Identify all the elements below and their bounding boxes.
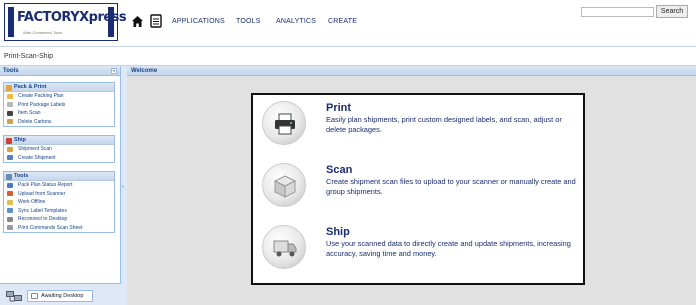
menu-item-label: Sync Label Templates: [18, 207, 67, 214]
logo-tagline: Web-Connected Tools: [23, 30, 63, 35]
logo-text: FACTORYXpress: [17, 10, 127, 25]
collapse-panel-button[interactable]: «: [111, 68, 117, 74]
awaiting-desktop-status[interactable]: Awaiting Desktop: [27, 290, 93, 302]
main-panel-header: Welcome: [127, 66, 696, 76]
box-icon: [273, 175, 297, 198]
group-header-pack-print[interactable]: Pack & Print: [4, 83, 114, 92]
status-label: Awaiting Desktop: [41, 293, 84, 299]
group-header-tools[interactable]: Tools: [4, 172, 114, 181]
network-computers-icon: [6, 291, 22, 302]
menu-item-create-shipment[interactable]: Create Shipment: [4, 154, 114, 163]
collapse-arrow-icon[interactable]: ‹: [122, 184, 124, 190]
nav-create[interactable]: CREATE: [328, 18, 357, 25]
feature-scan: Scan Create shipment scan files to uploa…: [253, 161, 583, 217]
menu-item-label: Delete Cartons: [18, 118, 52, 125]
menu-item-delete-cartons[interactable]: Delete Cartons: [4, 118, 114, 127]
menu-item-label: Print Commands Scan Sheet: [18, 224, 83, 231]
ship-icon: [6, 137, 12, 144]
printer-icon: [275, 113, 295, 135]
nav-analytics[interactable]: ANALYTICS: [276, 18, 316, 25]
menu-item-label: Reconnect to Desktop: [18, 216, 68, 222]
group-title: Ship: [14, 137, 26, 143]
upload-icon: [7, 191, 13, 196]
group-ship: Ship Shipment Scan Create Shipment: [3, 135, 115, 163]
pack-print-icon: [6, 84, 12, 91]
scanner-icon: [7, 110, 13, 116]
menu-item-label: Upload from Scanner: [18, 190, 66, 197]
menu-item-reconnect-to-desktop[interactable]: Reconnect to Desktop: [4, 215, 114, 224]
sync-icon: [7, 208, 13, 213]
feature-ship: Ship Use your scanned data to directly c…: [253, 223, 583, 279]
menu-item-pack-plan-status-report[interactable]: Pack Plan Status Report: [4, 181, 114, 190]
group-tools: Tools Pack Plan Status Report Upload fro…: [3, 171, 115, 233]
menu-item-work-offline[interactable]: Work Offline: [4, 198, 114, 207]
print-feature-icon[interactable]: [262, 101, 306, 145]
tools-panel-header: Tools «: [0, 66, 120, 76]
main-panel-title: Welcome: [131, 68, 158, 74]
top-bar: FACTORYXpress Web-Connected Tools APPLIC…: [0, 0, 696, 46]
menu-item-create-packing-plan[interactable]: Create Packing Plan: [4, 92, 114, 101]
offline-icon: [7, 199, 13, 205]
feature-print: Print Easily plan shipments, print custo…: [253, 99, 583, 155]
menu-item-label: Print Package Labels: [18, 101, 66, 108]
truck-icon: [273, 240, 297, 257]
feature-desc-ship: Use your scanned data to directly create…: [326, 239, 571, 258]
search-input[interactable]: [581, 7, 654, 17]
packing-plan-icon: [7, 93, 13, 99]
menu-item-item-scan[interactable]: Item Scan: [4, 109, 114, 118]
tools-panel: Tools « Pack & Print Create Packing Plan…: [0, 66, 121, 305]
feature-title-ship[interactable]: Ship: [326, 226, 350, 238]
menu-item-label: Create Shipment: [18, 154, 56, 161]
menu-item-sync-label-templates[interactable]: Sync Label Templates: [4, 207, 114, 216]
search-button[interactable]: Search: [656, 5, 688, 18]
printer-icon: [7, 102, 13, 107]
home-icon[interactable]: [131, 15, 144, 28]
feature-title-scan[interactable]: Scan: [326, 164, 352, 176]
menu-item-label: Work Offline: [18, 199, 46, 205]
nav-tools[interactable]: TOOLS: [236, 18, 261, 25]
menu-item-upload-from-scanner[interactable]: Upload from Scanner: [4, 190, 114, 199]
tools-panel-title: Tools: [3, 68, 19, 74]
status-bar: Awaiting Desktop: [0, 283, 121, 305]
breadcrumb-bar: Print-Scan-Ship: [0, 46, 696, 66]
feature-desc-scan: Create shipment scan files to upload to …: [326, 177, 576, 196]
menu-item-label: Item Scan: [18, 110, 41, 116]
nav-applications[interactable]: APPLICATIONS: [172, 18, 225, 25]
logo-bar-left: [8, 7, 14, 37]
main-panel: Welcome Print Easily plan shipments, pri…: [127, 66, 696, 305]
create-shipment-icon: [7, 155, 13, 160]
menu-item-shipment-scan[interactable]: Shipment Scan: [4, 145, 114, 154]
menu-item-print-commands-scan-sheet[interactable]: Print Commands Scan Sheet: [4, 224, 114, 233]
welcome-box: Print Easily plan shipments, print custo…: [251, 93, 585, 285]
document-icon[interactable]: [150, 14, 162, 28]
group-header-ship[interactable]: Ship: [4, 136, 114, 145]
menu-item-label: Pack Plan Status Report: [18, 182, 73, 188]
scan-feature-icon[interactable]: [262, 163, 306, 207]
group-pack-print: Pack & Print Create Packing Plan Print P…: [3, 82, 115, 127]
group-title: Tools: [14, 173, 29, 179]
report-icon: [7, 182, 13, 188]
shipment-scan-icon: [7, 146, 13, 152]
feature-title-print[interactable]: Print: [326, 102, 351, 114]
tools-icon: [6, 173, 12, 180]
carton-icon: [7, 119, 13, 124]
menu-item-label: Create Packing Plan: [18, 93, 64, 99]
desktop-icon: [31, 293, 38, 299]
menu-item-label: Shipment Scan: [18, 146, 52, 152]
breadcrumb[interactable]: Print-Scan-Ship: [4, 53, 53, 60]
feature-desc-print: Easily plan shipments, print custom desi…: [326, 115, 562, 134]
ship-feature-icon[interactable]: [262, 225, 306, 269]
menu-item-print-package-labels[interactable]: Print Package Labels: [4, 101, 114, 110]
factoryxpress-logo[interactable]: FACTORYXpress Web-Connected Tools: [4, 3, 127, 41]
group-title: Pack & Print: [14, 84, 47, 90]
reconnect-icon: [7, 216, 13, 222]
scan-sheet-icon: [7, 225, 13, 230]
